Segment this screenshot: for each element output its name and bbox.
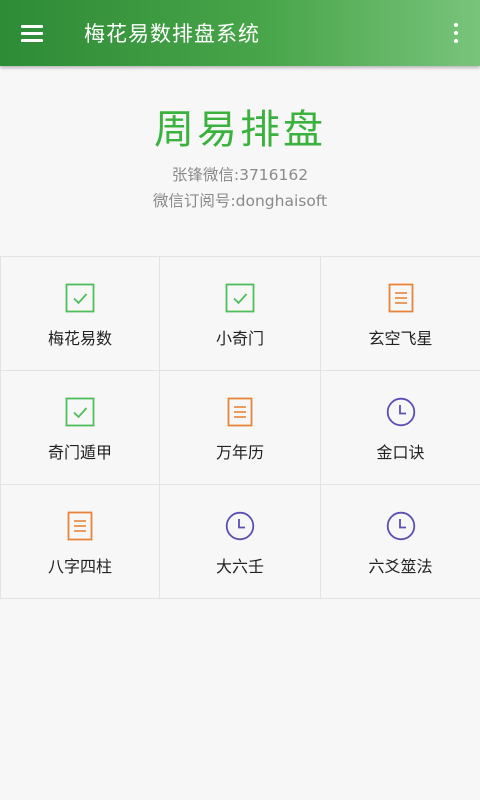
clock-icon <box>386 397 415 427</box>
grid-item-label: 奇门遁甲 <box>47 443 112 462</box>
grid-item-label: 八字四柱 <box>47 557 112 576</box>
header: 周易排盘 张锋微信:3716162 微信订阅号:donghaisoft <box>0 66 480 256</box>
clock-icon <box>386 511 415 541</box>
grid-item-qimen[interactable]: 奇门遁甲 <box>0 371 160 485</box>
grid-item-label: 梅花易数 <box>47 329 112 348</box>
contact-wechat: 张锋微信:3716162 <box>171 166 309 184</box>
grid-item-jinkoujue[interactable]: 金口诀 <box>321 371 480 485</box>
more-options-button[interactable] <box>432 0 480 66</box>
contact-subscription: 微信订阅号:donghaisoft <box>152 192 328 210</box>
check-box-icon <box>225 283 255 313</box>
grid-item-liuyao[interactable]: 六爻筮法 <box>321 485 480 599</box>
grid-item-xiaoqimen[interactable]: 小奇门 <box>160 257 321 371</box>
hamburger-icon <box>21 25 43 42</box>
more-vert-icon <box>454 23 458 43</box>
page-title: 周易排盘 <box>154 107 326 153</box>
document-icon <box>227 397 253 427</box>
grid-item-xuankong[interactable]: 玄空飞星 <box>321 257 480 371</box>
grid-item-label: 万年历 <box>215 443 264 462</box>
grid-item-label: 六爻筮法 <box>368 557 433 576</box>
document-icon <box>67 511 93 541</box>
feature-grid: 梅花易数 小奇门 玄空飞星 奇门遁甲 万年历 金口诀 八字四柱 大六壬 六爻筮法 <box>0 256 480 599</box>
grid-item-wannianli[interactable]: 万年历 <box>160 371 321 485</box>
app-bar: 梅花易数排盘系统 <box>0 0 480 66</box>
menu-button[interactable] <box>0 0 64 66</box>
clock-icon <box>225 511 255 541</box>
grid-item-label: 小奇门 <box>215 329 264 348</box>
grid-item-label: 金口诀 <box>376 443 425 462</box>
grid-item-label: 玄空飞星 <box>368 329 433 348</box>
app-title: 梅花易数排盘系统 <box>84 22 260 46</box>
document-icon <box>388 283 413 313</box>
grid-item-meihua[interactable]: 梅花易数 <box>0 257 160 371</box>
grid-item-label: 大六壬 <box>215 557 264 576</box>
check-box-icon <box>65 397 95 427</box>
check-box-icon <box>65 283 95 313</box>
grid-item-bazi[interactable]: 八字四柱 <box>0 485 160 599</box>
grid-item-daliuren[interactable]: 大六壬 <box>160 485 321 599</box>
